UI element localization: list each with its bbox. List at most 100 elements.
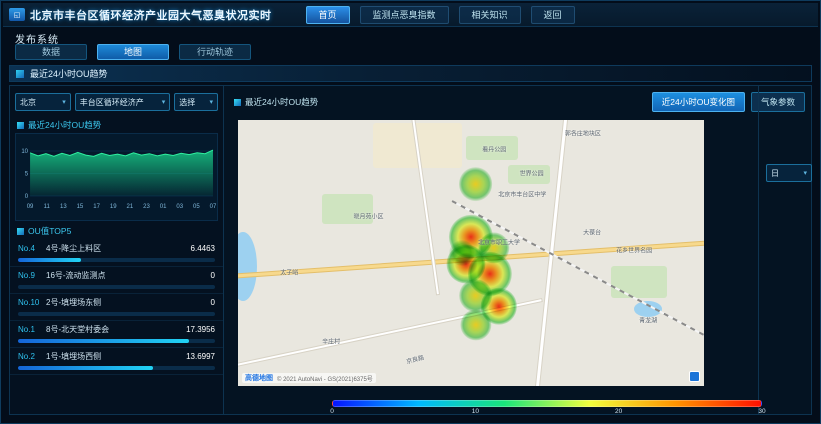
top5-name: 2号-填埋场东侧 — [46, 297, 207, 308]
legend-tick: 0 — [330, 408, 334, 415]
map-header-buttons: 近24小时OU变化图气象参数 — [646, 92, 805, 112]
top5-rank: No.10 — [18, 298, 46, 307]
chevron-down-icon: ▾ — [209, 98, 213, 106]
svg-text:09: 09 — [27, 204, 34, 210]
top5-value: 6.4463 — [191, 244, 215, 253]
map-park — [611, 266, 667, 298]
period-select[interactable]: 日 ▾ — [766, 164, 812, 182]
map-header-button-0[interactable]: 近24小时OU变化图 — [652, 92, 745, 112]
svg-text:01: 01 — [160, 204, 167, 210]
svg-text:10: 10 — [21, 149, 28, 155]
top5-value: 13.6997 — [186, 352, 215, 361]
station-select[interactable]: 选择 ▾ — [174, 93, 218, 111]
city-select[interactable]: 北京 ▾ — [15, 93, 71, 111]
svg-text:05: 05 — [193, 204, 200, 210]
top5-bar-fill — [18, 258, 81, 262]
top5-name: 4号-降尘上料区 — [46, 243, 187, 254]
chevron-down-icon: ▾ — [803, 169, 807, 177]
period-select-value: 日 — [771, 168, 779, 179]
svg-text:21: 21 — [126, 204, 133, 210]
heat-legend: 0 10 20 30 — [332, 400, 762, 418]
top5-value: 0 — [211, 271, 215, 280]
city-select-value: 北京 — [20, 97, 36, 108]
top5-item[interactable]: No.18号-北天堂村委会 17.3956 — [10, 321, 223, 348]
app-logo-icon: ◱ — [9, 8, 25, 21]
nav-item-1[interactable]: 监测点恶臭指数 — [360, 6, 449, 24]
trend-chart-title: 最近24小时OU趋势 — [17, 119, 223, 131]
map-label: 北京市职工大学 — [478, 238, 520, 247]
copyright-text: © 2021 AutoNavi - GS(2021)6375号 — [277, 374, 373, 383]
svg-text:13: 13 — [60, 204, 67, 210]
nav-item-0[interactable]: 首页 — [306, 6, 350, 24]
view-tabs: 数据地图行动轨迹 — [15, 44, 251, 60]
map-panel-header: 最近24小时OU趋势 近24小时OU变化图气象参数 — [234, 92, 805, 112]
top5-rank: No.1 — [18, 325, 46, 334]
top5-bar-track — [18, 339, 215, 343]
tab-0[interactable]: 数据 — [15, 44, 87, 60]
trend-chart-svg: 0510091113151719212301030507 — [16, 134, 217, 220]
legend-tick: 30 — [758, 408, 765, 415]
tab-2[interactable]: 行动轨迹 — [179, 44, 251, 60]
svg-text:15: 15 — [77, 204, 84, 210]
map-panel-title: 最近24小时OU趋势 — [245, 96, 318, 108]
top5-rank: No.9 — [18, 271, 46, 280]
top5-bar-fill — [18, 339, 189, 343]
map-label: 看丹公园 — [482, 145, 506, 154]
legend-tick: 10 — [472, 408, 479, 415]
svg-text:0: 0 — [25, 194, 29, 200]
top5-name: 16号-流动监测点 — [46, 270, 207, 281]
dashboard: ◱ 北京市丰台区循环经济产业园大气恶臭状况实时 首页监测点恶臭指数相关知识返回 … — [0, 0, 821, 424]
filter-bar: 北京 ▾ 丰台区循环经济产 ▾ 选择 ▾ — [10, 86, 223, 115]
section-title: 最近24小时OU趋势 — [30, 67, 108, 80]
map-attribution: 高德地图 © 2021 AutoNavi - GS(2021)6375号 — [242, 373, 376, 383]
section-header: 最近24小时OU趋势 — [9, 65, 812, 82]
map-header-button-1[interactable]: 气象参数 — [751, 92, 805, 112]
map-label: 大葆台 — [583, 227, 601, 236]
top5-item[interactable]: No.102号-填埋场东侧0 — [10, 294, 223, 321]
district-select[interactable]: 丰台区循环经济产 ▾ — [75, 93, 170, 111]
left-panel: 北京 ▾ 丰台区循环经济产 ▾ 选择 ▾ 最近24小时OU趋势 05100911… — [10, 86, 224, 414]
heat-blob — [460, 309, 491, 340]
top5-item[interactable]: No.21号-填埋场西侧13.6997 — [10, 348, 223, 375]
map-label: 太子峪 — [280, 267, 298, 276]
bullet-icon — [17, 122, 24, 129]
svg-text:07: 07 — [210, 204, 217, 210]
top5-name: 8号-北天堂村委会 — [46, 324, 182, 335]
heat-blob — [459, 167, 493, 201]
map-canvas[interactable]: 郭各庄地块区看丹公园世界公园北京市丰台区中学晓月苑小区大葆台北京市职工大学花乡世… — [238, 120, 704, 386]
district-select-value: 丰台区循环经济产 — [80, 97, 144, 108]
svg-text:11: 11 — [44, 204, 51, 210]
top-nav: 首页监测点恶臭指数相关知识返回 — [306, 6, 575, 24]
map-label: 辛庄村 — [322, 336, 340, 345]
top5-rank: No.2 — [18, 352, 46, 361]
map-label: 郭各庄地块区 — [565, 129, 601, 138]
top5-item[interactable]: No.44号-降尘上料区6.4463 — [10, 240, 223, 267]
legend-gradient-bar — [332, 400, 762, 407]
content-panel: 北京 ▾ 丰台区循环经济产 ▾ 选择 ▾ 最近24小时OU趋势 05100911… — [9, 85, 812, 415]
top5-item[interactable]: No.916号-流动监测点 0 — [10, 267, 223, 294]
top5-bar-track — [18, 258, 215, 262]
tab-1[interactable]: 地图 — [97, 44, 169, 60]
title-bar: ◱ 北京市丰台区循环经济产业园大气恶臭状况实时 首页监测点恶臭指数相关知识返回 — [3, 3, 818, 27]
top5-title: OU值TOP5 — [17, 225, 223, 237]
top5-bar-track — [18, 285, 215, 289]
top5-bar-track — [18, 366, 215, 370]
trend-chart: 0510091113151719212301030507 — [15, 133, 218, 221]
nav-item-2[interactable]: 相关知识 — [459, 6, 521, 24]
map-label: 晓月苑小区 — [353, 211, 383, 220]
svg-text:23: 23 — [143, 204, 150, 210]
map-control-button[interactable] — [689, 371, 700, 382]
nav-item-3[interactable]: 返回 — [531, 6, 575, 24]
top5-value: 17.3956 — [186, 325, 215, 334]
bullet-icon — [17, 228, 24, 235]
svg-text:17: 17 — [93, 204, 100, 210]
map-label: 世界公园 — [520, 169, 544, 178]
app-title: 北京市丰台区循环经济产业园大气恶臭状况实时 — [30, 7, 272, 23]
right-divider — [758, 86, 759, 414]
legend-tick: 20 — [615, 408, 622, 415]
map-water — [238, 232, 257, 301]
svg-text:5: 5 — [25, 172, 29, 178]
section-icon — [16, 70, 24, 78]
top5-list: No.44号-降尘上料区6.4463No.916号-流动监测点0No.102号-… — [10, 240, 223, 375]
map-label: 青龙湖 — [639, 315, 657, 324]
